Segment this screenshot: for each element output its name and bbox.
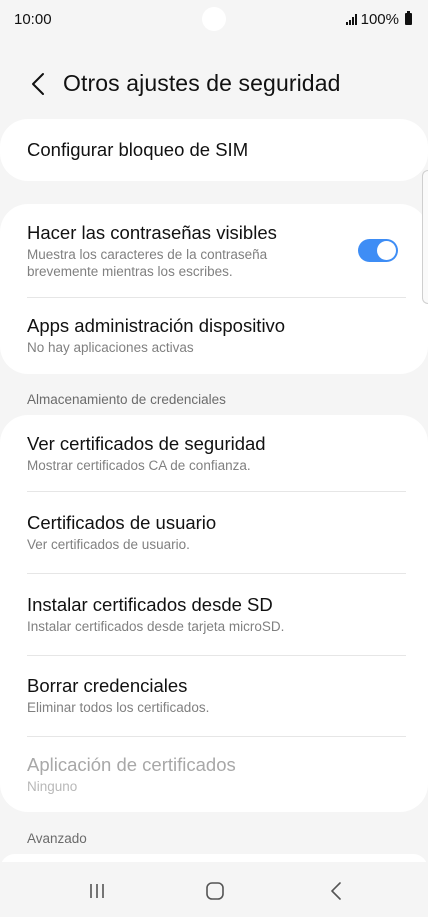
- security-options-card: Hacer las contraseñas visibles Muestra l…: [0, 204, 428, 374]
- home-icon: [206, 882, 224, 900]
- cert-app-subtitle: Ninguno: [27, 779, 78, 794]
- battery-percent: 100%: [360, 10, 399, 28]
- view-certs-item[interactable]: Ver certificados de seguridad Mostrar ce…: [27, 432, 401, 474]
- sim-lock-item[interactable]: Configurar bloqueo de SIM: [27, 138, 401, 162]
- scrollbar[interactable]: [422, 170, 428, 304]
- clear-credentials-title: Borrar credenciales: [27, 675, 188, 696]
- device-admin-title: Apps administración dispositivo: [27, 315, 286, 336]
- divider: [27, 573, 406, 574]
- user-certs-title: Certificados de usuario: [27, 512, 217, 533]
- divider: [27, 655, 406, 656]
- page-title: Otros ajustes de seguridad: [63, 70, 341, 96]
- install-sd-title: Instalar certificados desde SD: [27, 594, 273, 615]
- device-admin-item[interactable]: Apps administración dispositivo No hay a…: [27, 314, 401, 356]
- advanced-section-header: Avanzado: [27, 831, 87, 846]
- toggle-knob: [377, 241, 396, 260]
- cert-app-item: Aplicación de certificados Ninguno: [27, 753, 401, 795]
- show-passwords-title: Hacer las contraseñas visibles: [27, 222, 277, 243]
- clear-credentials-item[interactable]: Borrar credenciales Eliminar todos los c…: [27, 674, 401, 716]
- chevron-left-icon: [32, 73, 44, 95]
- navigation-bar: [0, 862, 428, 917]
- camera-cutout: [202, 7, 226, 31]
- nav-back-icon: [331, 882, 341, 900]
- sim-lock-card: Configurar bloqueo de SIM: [0, 119, 428, 181]
- nav-back-button[interactable]: [323, 878, 349, 904]
- view-certs-title: Ver certificados de seguridad: [27, 433, 266, 454]
- show-passwords-item[interactable]: Hacer las contraseñas visibles Muestra l…: [27, 221, 338, 280]
- divider: [27, 491, 406, 492]
- user-certs-subtitle: Ver certificados de usuario.: [27, 537, 190, 552]
- recent-apps-icon: [90, 884, 104, 898]
- user-certs-item[interactable]: Certificados de usuario Ver certificados…: [27, 511, 401, 553]
- recent-apps-button[interactable]: [84, 878, 110, 904]
- credentials-card: Ver certificados de seguridad Mostrar ce…: [0, 415, 428, 812]
- divider: [27, 297, 406, 298]
- show-passwords-subtitle-1: Muestra los caracteres de la contraseña: [27, 247, 268, 262]
- sim-lock-title: Configurar bloqueo de SIM: [27, 139, 249, 160]
- divider: [27, 736, 406, 737]
- status-indicators: 100%: [345, 10, 412, 28]
- install-sd-subtitle: Instalar certificados desde tarjeta micr…: [27, 619, 285, 634]
- device-admin-subtitle: No hay aplicaciones activas: [27, 340, 194, 355]
- battery-icon: [405, 11, 412, 25]
- back-button[interactable]: [22, 68, 54, 100]
- app-header: Otros ajustes de seguridad: [0, 60, 428, 108]
- status-time: 10:00: [14, 10, 52, 28]
- credentials-section-header: Almacenamiento de credenciales: [27, 392, 226, 407]
- view-certs-subtitle: Mostrar certificados CA de confianza.: [27, 458, 251, 473]
- clear-credentials-subtitle: Eliminar todos los certificados.: [27, 700, 210, 715]
- cert-app-title: Aplicación de certificados: [27, 754, 236, 775]
- home-button[interactable]: [202, 878, 228, 904]
- signal-icon: [345, 13, 357, 25]
- show-passwords-subtitle-2: brevemente mientras los escribes.: [27, 264, 233, 279]
- install-sd-item[interactable]: Instalar certificados desde SD Instalar …: [27, 593, 401, 635]
- show-passwords-toggle[interactable]: [358, 239, 398, 262]
